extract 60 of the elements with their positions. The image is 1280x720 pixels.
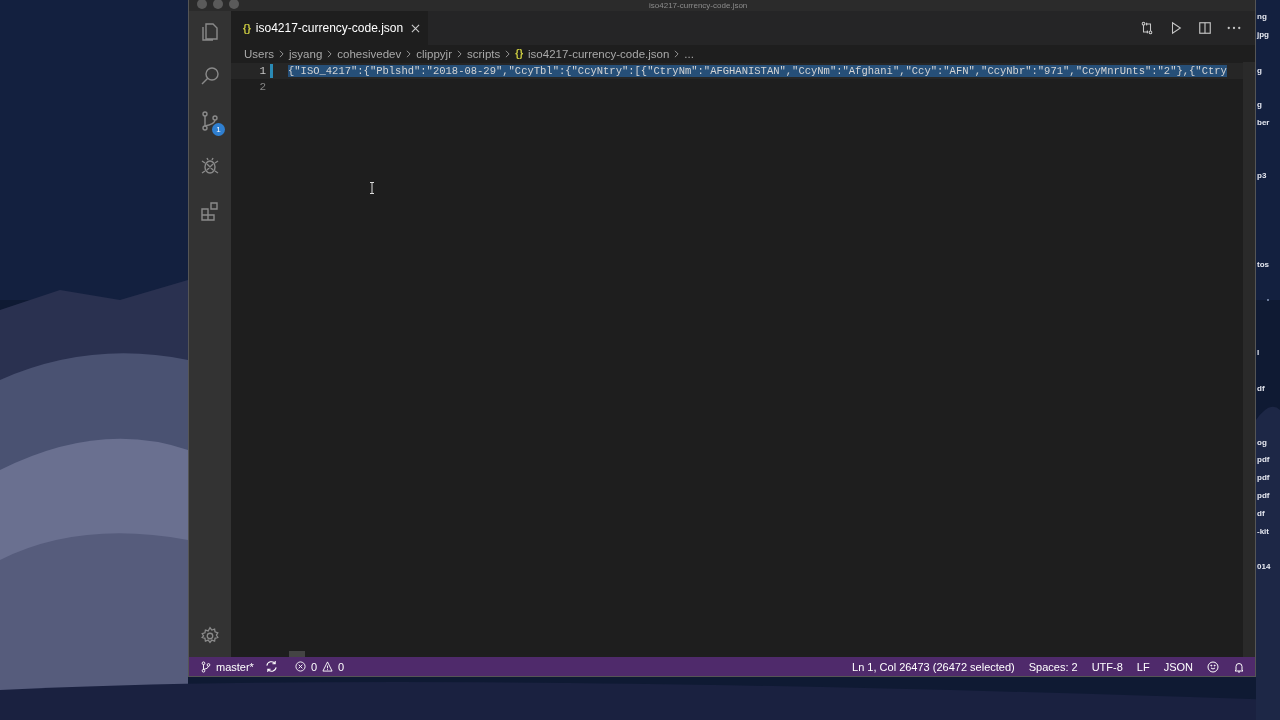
json-icon: {}: [243, 22, 251, 34]
desktop-file-label[interactable]: ng: [1257, 12, 1267, 22]
scrollbar-thumb[interactable]: [289, 651, 305, 657]
desktop-file-label[interactable]: pdf: [1257, 455, 1270, 465]
desktop-file-label[interactable]: l: [1257, 348, 1260, 358]
vertical-scrollbar[interactable]: [1243, 62, 1255, 657]
chevron-icon: [457, 49, 462, 58]
breadcrumb-item[interactable]: ...: [684, 47, 694, 60]
json-icon: {}: [515, 48, 524, 59]
close-icon[interactable]: [411, 23, 421, 33]
chevron-icon: [505, 49, 511, 58]
branch-icon[interactable]: [201, 660, 211, 673]
text-cursor-icon: [369, 182, 375, 194]
editor-tab[interactable]: {} iso4217-currency-code.json: [231, 11, 429, 45]
desktop-file-label[interactable]: df: [1257, 509, 1265, 519]
window-title: iso4217-currency-code.json: [649, 1, 748, 10]
modified-gutter-mark: [270, 64, 273, 78]
breadcrumb-item[interactable]: scripts: [467, 47, 501, 60]
warning-icon[interactable]: [322, 661, 334, 672]
status-item[interactable]: Ln 1, Col 26473 (26472 selected): [852, 660, 1015, 673]
desktop-file-label[interactable]: jpg: [1257, 30, 1269, 40]
breadcrumb-item[interactable]: jsyang: [289, 47, 323, 60]
desktop-file-label[interactable]: g: [1257, 100, 1262, 110]
desktop-file-label[interactable]: pdf: [1257, 491, 1270, 501]
breadcrumb-item[interactable]: cohesivedev: [337, 47, 402, 60]
branch-name[interactable]: master*: [216, 660, 254, 673]
smiley-icon[interactable]: [1207, 660, 1219, 673]
status-item[interactable]: JSON: [1163, 660, 1193, 673]
desktop-file-label[interactable]: g: [1257, 66, 1262, 76]
warning-count[interactable]: 0: [338, 660, 345, 673]
desktop-file-label[interactable]: p3: [1257, 171, 1267, 181]
compare-changes-icon[interactable]: [1140, 21, 1154, 35]
desktop-file-label[interactable]: ber: [1257, 118, 1270, 128]
chevron-icon: [279, 49, 285, 58]
chevron-icon: [327, 49, 333, 58]
more-icon[interactable]: [1227, 26, 1241, 30]
desktop-file-label[interactable]: 014: [1257, 562, 1271, 572]
desktop-file-label[interactable]: og: [1257, 438, 1267, 448]
line-number: 2: [258, 81, 266, 93]
breadcrumb-item[interactable]: iso4217-currency-code.json: [528, 47, 670, 60]
status-item[interactable]: UTF-8: [1091, 660, 1123, 673]
line-number: 1: [258, 65, 266, 77]
desktop-file-label[interactable]: tos: [1257, 260, 1269, 270]
chevron-icon: [674, 49, 680, 58]
chevron-icon: [406, 49, 412, 58]
bell-icon[interactable]: [1233, 660, 1245, 673]
desktop-file-label[interactable]: df: [1257, 384, 1265, 394]
breadcrumb-item[interactable]: clippyjr: [416, 47, 452, 60]
error-icon[interactable]: [294, 661, 306, 672]
breadcrumb-item[interactable]: Users: [244, 47, 275, 60]
desktop-file-label[interactable]: pdf: [1257, 473, 1270, 483]
split-editor-icon[interactable]: [1198, 21, 1212, 35]
status-item[interactable]: LF: [1136, 660, 1150, 673]
error-count[interactable]: 0: [310, 660, 318, 673]
tab-label: iso4217-currency-code.json: [255, 21, 404, 35]
run-icon[interactable]: [1169, 21, 1183, 35]
status-item[interactable]: Spaces: 2: [1028, 660, 1078, 673]
badge: 1: [212, 123, 225, 136]
desktop-file-label[interactable]: -kit: [1257, 527, 1269, 537]
sync-icon[interactable]: [264, 660, 278, 673]
